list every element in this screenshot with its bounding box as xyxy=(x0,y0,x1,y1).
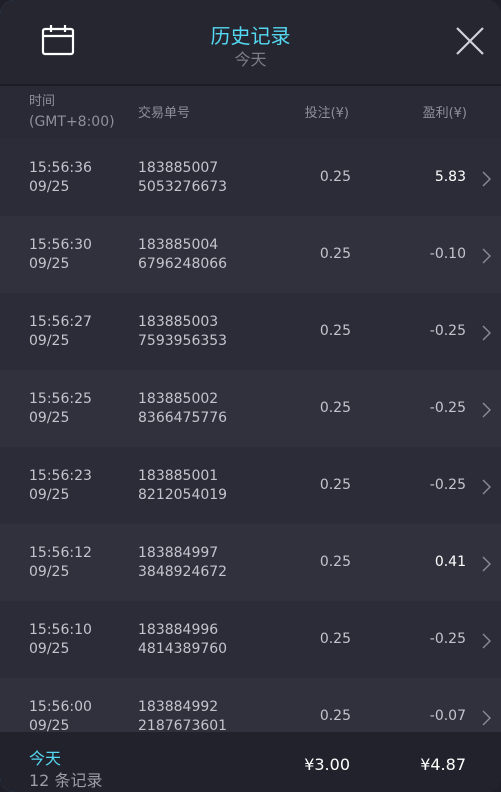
row-trade-id-line1: 183884992 xyxy=(138,699,219,715)
row-trade-id-line1: 183885007 xyxy=(138,160,219,176)
row-date-value: 09/25 xyxy=(29,718,70,732)
table-row[interactable]: 15:56:30 09/25 183885004 6796248066 0.25 -0.1… xyxy=(0,216,501,293)
row-time: 15:56:25 09/25 xyxy=(29,390,92,428)
row-bet: 0.25 xyxy=(319,246,351,262)
record-count: 12 条记录 xyxy=(29,771,103,790)
page-title: 历史记录 xyxy=(210,24,291,48)
table-row[interactable]: 15:56:00 09/25 183884992 2187673601 0.25 -0.0… xyxy=(0,678,501,732)
row-trade-id: 183885004 6796248066 xyxy=(138,236,227,274)
row-trade-id-line2: 7593956353 xyxy=(138,333,228,349)
row-date-value: 09/25 xyxy=(29,487,70,503)
row-date-value: 09/25 xyxy=(29,256,70,272)
row-profit: 0.41 xyxy=(434,554,466,570)
record-list[interactable]: 15:56:36 09/25 183885007 5053276673 0.25 5.83… xyxy=(0,139,501,732)
history-panel: 历史记录 今天 时间 (GMT+8:00) 交易单号 投注(¥) 盈利(¥) 1… xyxy=(0,0,501,792)
row-trade-id-line1: 183885001 xyxy=(138,468,219,484)
row-time-value: 15:56:23 xyxy=(29,468,92,484)
row-trade-id-line1: 183884996 xyxy=(138,622,219,638)
row-date-value: 09/25 xyxy=(29,333,70,349)
column-bet-label: 投注(¥) xyxy=(304,106,349,121)
row-bet: 0.25 xyxy=(319,477,351,493)
row-trade-id-line2: 8366475776 xyxy=(138,410,228,426)
row-profit: -0.07 xyxy=(429,708,466,724)
row-trade-id: 183884992 2187673601 xyxy=(138,698,227,732)
row-profit: 5.83 xyxy=(434,169,466,185)
row-date-value: 09/25 xyxy=(29,179,70,195)
row-time: 15:56:36 09/25 xyxy=(29,159,92,197)
row-date-value: 09/25 xyxy=(29,641,70,657)
table-row[interactable]: 15:56:12 09/25 183884997 3848924672 0.25 0.41 xyxy=(0,524,501,601)
row-time-value: 15:56:27 xyxy=(29,314,92,330)
chevron-right-icon[interactable] xyxy=(481,248,491,264)
row-bet: 0.25 xyxy=(319,708,351,724)
page-subtitle: 今天 xyxy=(234,50,267,69)
row-trade-id: 183885007 5053276673 xyxy=(138,159,227,197)
column-trade-id-label: 交易单号 xyxy=(138,106,191,121)
row-time-value: 15:56:30 xyxy=(29,237,92,253)
row-trade-id-line2: 6796248066 xyxy=(138,256,228,272)
summary-footer: 今天 12 条记录 ¥3.00 ¥4.87 xyxy=(0,732,501,792)
row-trade-id-line2: 4814389760 xyxy=(138,641,228,657)
row-profit: -0.25 xyxy=(429,631,466,647)
row-trade-id: 183885003 7593956353 xyxy=(138,313,227,351)
row-trade-id-line1: 183884997 xyxy=(138,545,219,561)
row-time: 15:56:00 09/25 xyxy=(29,698,92,732)
row-profit: -0.10 xyxy=(429,246,466,262)
row-time-value: 15:56:25 xyxy=(29,391,92,407)
row-time-value: 15:56:12 xyxy=(29,545,92,561)
close-icon[interactable] xyxy=(455,26,485,56)
row-bet: 0.25 xyxy=(319,631,351,647)
row-profit: -0.25 xyxy=(429,477,466,493)
row-trade-id-line1: 183885003 xyxy=(138,314,219,330)
row-trade-id-line2: 8212054019 xyxy=(138,487,228,503)
chevron-right-icon[interactable] xyxy=(481,171,491,187)
table-row[interactable]: 15:56:10 09/25 183884996 4814389760 0.25 -0.2… xyxy=(0,601,501,678)
row-time: 15:56:27 09/25 xyxy=(29,313,92,351)
row-trade-id-line2: 2187673601 xyxy=(138,718,228,732)
row-profit: -0.25 xyxy=(429,323,466,339)
row-trade-id-line1: 183885002 xyxy=(138,391,219,407)
row-date-value: 09/25 xyxy=(29,564,70,580)
table-row[interactable]: 15:56:25 09/25 183885002 8366475776 0.25 -0.2… xyxy=(0,370,501,447)
chevron-right-icon[interactable] xyxy=(481,710,491,726)
chevron-right-icon[interactable] xyxy=(481,556,491,572)
total-bet: ¥3.00 xyxy=(304,755,350,774)
row-profit: -0.25 xyxy=(429,400,466,416)
row-time: 15:56:10 09/25 xyxy=(29,621,92,659)
column-profit-label: 盈利(¥) xyxy=(422,106,467,121)
row-time: 15:56:30 09/25 xyxy=(29,236,92,274)
column-header: 时间 (GMT+8:00) 交易单号 投注(¥) 盈利(¥) xyxy=(0,86,501,139)
summary-period: 今天 xyxy=(29,749,62,768)
row-bet: 0.25 xyxy=(319,400,351,416)
table-row[interactable]: 15:56:23 09/25 183885001 8212054019 0.25 -0.2… xyxy=(0,447,501,524)
row-trade-id: 183884997 3848924672 xyxy=(138,544,227,582)
table-row[interactable]: 15:56:27 09/25 183885003 7593956353 0.25 -0.2… xyxy=(0,293,501,370)
row-bet: 0.25 xyxy=(319,554,351,570)
chevron-right-icon[interactable] xyxy=(481,325,491,341)
row-time: 15:56:23 09/25 xyxy=(29,467,92,505)
column-time-label: 时间 xyxy=(29,94,56,109)
row-bet: 0.25 xyxy=(319,169,351,185)
row-trade-id: 183885001 8212054019 xyxy=(138,467,227,505)
column-timezone-label: (GMT+8:00) xyxy=(29,114,115,130)
row-trade-id-line1: 183885004 xyxy=(138,237,219,253)
row-trade-id-line2: 3848924672 xyxy=(138,564,228,580)
row-time-value: 15:56:36 xyxy=(29,160,92,176)
row-trade-id-line2: 5053276673 xyxy=(138,179,228,195)
row-date-value: 09/25 xyxy=(29,410,70,426)
row-time-value: 15:56:10 xyxy=(29,622,92,638)
chevron-right-icon[interactable] xyxy=(481,633,491,649)
chevron-right-icon[interactable] xyxy=(481,479,491,495)
row-trade-id: 183884996 4814389760 xyxy=(138,621,227,659)
row-time-value: 15:56:00 xyxy=(29,699,92,715)
total-profit: ¥4.87 xyxy=(420,755,466,774)
row-time: 15:56:12 09/25 xyxy=(29,544,92,582)
row-trade-id: 183885002 8366475776 xyxy=(138,390,227,428)
row-bet: 0.25 xyxy=(319,323,351,339)
chevron-right-icon[interactable] xyxy=(481,402,491,418)
table-row[interactable]: 15:56:36 09/25 183885007 5053276673 0.25 5.83 xyxy=(0,139,501,216)
header: 历史记录 今天 xyxy=(0,0,501,86)
